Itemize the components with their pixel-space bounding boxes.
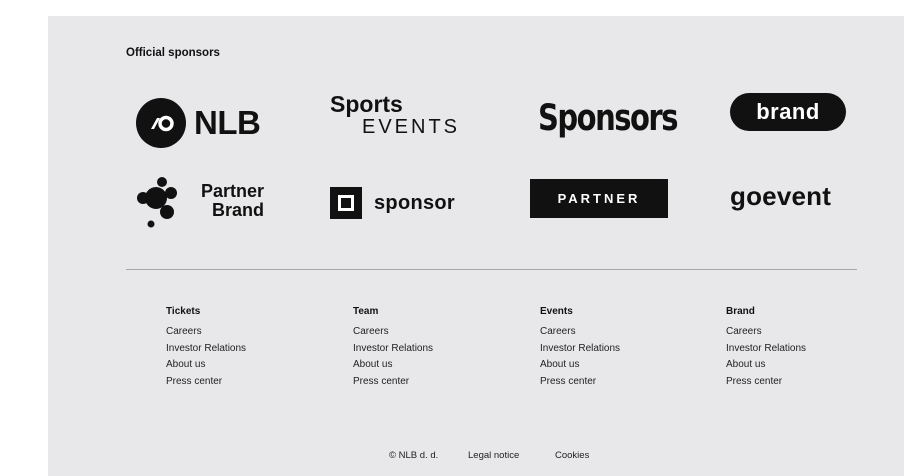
footer-column-heading: Team — [353, 306, 379, 317]
footer-link-investor-relations[interactable]: Investor Relations — [353, 341, 503, 358]
footer-link-careers[interactable]: Careers — [726, 324, 876, 341]
footer-link-about-us[interactable]: About us — [726, 357, 876, 374]
sponsor-logo-sports-events[interactable]: Sports EVENTS — [330, 92, 480, 148]
sports-logo-line2: EVENTS — [362, 116, 461, 138]
footer-column-events: Events Careers Investor Relations About … — [540, 306, 690, 390]
sponsor-logo-nlb[interactable]: NLB — [136, 97, 266, 149]
copyright-text: © NLB d. d. — [389, 450, 439, 461]
footer-column-team: Team Careers Investor Relations About us… — [353, 306, 503, 390]
sponsor-logo-sponsors[interactable]: Sponsors — [538, 96, 678, 146]
footer-column-heading: Events — [540, 306, 573, 317]
footer-column-heading: Brand — [726, 306, 755, 317]
footer-link-careers[interactable]: Careers — [166, 324, 316, 341]
cookies-link[interactable]: Cookies — [555, 450, 589, 461]
footer-link-about-us[interactable]: About us — [166, 357, 316, 374]
partner-brand-line2: Brand — [211, 200, 264, 220]
footer-link-careers[interactable]: Careers — [540, 324, 690, 341]
nlb-logo-text: NLB — [194, 104, 261, 141]
footer-column-brand: Brand Careers Investor Relations About u… — [726, 306, 876, 390]
divider — [126, 269, 857, 270]
footer-link-press-center[interactable]: Press center — [540, 374, 690, 391]
footer-column-tickets: Tickets Careers Investor Relations About… — [166, 306, 316, 390]
footer-link-about-us[interactable]: About us — [540, 357, 690, 374]
footer-link-press-center[interactable]: Press center — [353, 374, 503, 391]
sponsor-logo-sponsor[interactable]: sponsor — [330, 187, 475, 219]
sponsor-logo-partner-brand[interactable]: Partner Brand — [136, 174, 266, 232]
footer-column-heading: Tickets — [166, 306, 201, 317]
sponsor-square-icon — [330, 187, 362, 219]
footer-link-about-us[interactable]: About us — [353, 357, 503, 374]
footer-link-careers[interactable]: Careers — [353, 324, 503, 341]
nlb-mark-icon — [136, 98, 186, 148]
sports-logo-line1: Sports — [330, 91, 403, 117]
footer-link-investor-relations[interactable]: Investor Relations — [726, 341, 876, 358]
footer-link-investor-relations[interactable]: Investor Relations — [540, 341, 690, 358]
sponsor-logo-brand[interactable]: brand — [730, 93, 846, 131]
partner-brand-line1: Partner — [200, 181, 264, 201]
sponsor-logo-text: sponsor — [374, 191, 455, 214]
footer-link-press-center[interactable]: Press center — [726, 374, 876, 391]
sponsor-logo-partner[interactable]: PARTNER — [530, 179, 668, 218]
section-title: Official sponsors — [126, 47, 220, 59]
legal-notice-link[interactable]: Legal notice — [468, 450, 519, 461]
partner-brand-bubbles-icon — [137, 177, 177, 228]
sponsor-logo-goevent[interactable]: goevent — [730, 181, 850, 215]
footer-link-investor-relations[interactable]: Investor Relations — [166, 341, 316, 358]
sponsors-footer-panel: Official sponsors NLB Sports EVENTS Spon… — [48, 16, 904, 476]
footer-link-press-center[interactable]: Press center — [166, 374, 316, 391]
